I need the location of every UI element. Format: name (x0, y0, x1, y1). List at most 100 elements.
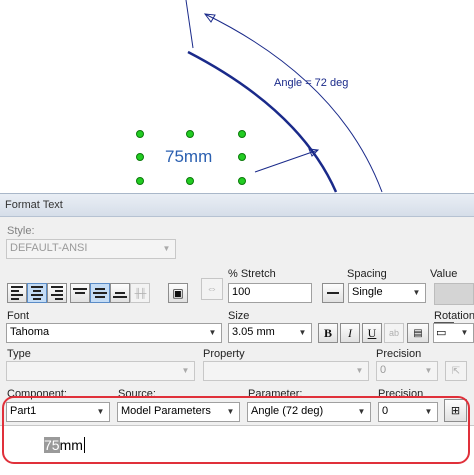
insert-parameter-icon: ⊞ (450, 405, 461, 417)
style-label: Style: (7, 225, 35, 237)
style-select-value: DEFAULT-ANSI (10, 242, 88, 254)
chevron-down-icon: ▼ (424, 407, 433, 416)
dimension-text[interactable]: 75mm (165, 147, 212, 167)
format-text-dialog: Format Text Style: DEFAULT-ANSI ▼ % Stre… (0, 193, 474, 475)
precision-top-label: Precision (376, 348, 422, 360)
spacing-value-input[interactable] (434, 283, 474, 305)
size-select-value: 3.05 mm (232, 326, 275, 338)
style-select[interactable]: DEFAULT-ANSI ▼ (6, 239, 176, 259)
text-cursor (83, 437, 85, 453)
text-edit-area[interactable]: 75mm (0, 425, 474, 475)
align-right-icon (51, 286, 63, 300)
precision-label: Precision (378, 388, 424, 400)
rotation-icon: ▭ (436, 327, 447, 339)
extension-line-top (185, 0, 194, 49)
source-select-value: Model Parameters (121, 405, 211, 417)
precision-top-select[interactable]: 0 ▼ (376, 361, 438, 381)
selection-handle[interactable] (186, 177, 194, 185)
chevron-down-icon: ▼ (424, 366, 433, 375)
add-parameter-button[interactable]: ⊞ (444, 399, 467, 422)
angle-dimension-label: Angle = 72 deg (274, 77, 349, 89)
selection-handle[interactable] (238, 130, 246, 138)
chevron-down-icon: ▼ (357, 407, 366, 416)
underline-button[interactable]: U (362, 323, 382, 343)
selection-handle[interactable] (136, 177, 144, 185)
chevron-down-icon: ▼ (162, 244, 171, 253)
selection-handle[interactable] (238, 177, 246, 185)
strikethrough-icon: ab (388, 328, 399, 338)
selection-handle[interactable] (186, 130, 194, 138)
selection-handle[interactable] (238, 153, 246, 161)
source-label: Source: (118, 388, 156, 400)
text-frame-button[interactable]: ▣ (168, 283, 188, 303)
chevron-down-icon: ▼ (460, 328, 469, 337)
line-spacing-icon (327, 292, 339, 294)
color-picker-icon: ▤ (413, 327, 423, 339)
dialog-titlebar[interactable]: Format Text (0, 194, 474, 217)
italic-button[interactable]: I (340, 323, 360, 343)
chevron-down-icon: ▼ (96, 407, 105, 416)
parameter-select[interactable]: Angle (72 deg) ▼ (247, 402, 371, 422)
selection-handle[interactable] (136, 153, 144, 161)
property-select[interactable]: ▼ (203, 361, 369, 381)
property-label: Property (203, 348, 245, 360)
chevron-down-icon: ▼ (355, 366, 364, 375)
align-center-icon (31, 286, 43, 300)
rotation-select[interactable]: ▭ ▼ (433, 323, 474, 343)
align-right-button[interactable] (47, 283, 67, 303)
align-left-button[interactable] (7, 283, 27, 303)
bold-button[interactable]: B (318, 323, 338, 343)
align-left-icon (11, 286, 23, 300)
leader-line (254, 149, 319, 173)
line-spacing-button[interactable] (322, 283, 344, 303)
add-property-button[interactable]: ⇱ (445, 361, 467, 381)
precision-select[interactable]: 0 ▼ (378, 402, 438, 422)
source-select[interactable]: Model Parameters ▼ (117, 402, 240, 422)
selection-handle[interactable] (136, 130, 144, 138)
part-edge-arc (187, 50, 338, 193)
chevron-down-icon: ▼ (181, 366, 190, 375)
precision-select-value: 0 (382, 405, 389, 417)
dimension-arc (204, 13, 383, 193)
component-select[interactable]: Part1 ▼ (6, 402, 110, 422)
color-button[interactable]: ▤ (407, 323, 429, 343)
align-bottom-icon (113, 288, 127, 298)
dialog-title: Format Text (5, 199, 63, 211)
size-label: Size (228, 310, 250, 322)
type-label: Type (7, 348, 31, 360)
insert-text-icon: ⇱ (451, 365, 461, 377)
value-label: Value (430, 268, 458, 280)
spacing-label: Spacing (347, 268, 387, 280)
align-bottom-button[interactable] (110, 283, 130, 303)
chevron-down-icon: ▼ (208, 328, 217, 337)
spacing-select-value: Single (352, 286, 383, 298)
type-select[interactable]: ▼ (6, 361, 195, 381)
stretch-button[interactable]: ⇔ (201, 278, 223, 300)
stretch-icon: ⇔ (206, 283, 218, 295)
strikethrough-button[interactable]: ab (384, 323, 404, 343)
parameter-label: Parameter: (248, 388, 303, 400)
unselected-text: mm (59, 437, 83, 453)
chevron-down-icon: ▼ (226, 407, 235, 416)
font-select[interactable]: Tahoma ▼ (6, 323, 222, 343)
component-select-value: Part1 (10, 405, 37, 417)
align-baseline-button[interactable]: ╫╫ (130, 283, 150, 303)
font-label: Font (7, 310, 30, 322)
font-select-value: Tahoma (10, 326, 50, 338)
dimension-geometry (185, 0, 383, 193)
drawing-canvas[interactable]: Angle = 72 deg 75mm (0, 0, 474, 200)
edit-text[interactable]: 75mm (44, 437, 85, 453)
align-middle-button[interactable] (90, 283, 110, 303)
size-select[interactable]: 3.05 mm ▼ (228, 323, 312, 343)
precision-top-value: 0 (380, 364, 387, 376)
parameter-select-value: Angle (72 deg) (251, 405, 324, 417)
spacing-select[interactable]: Single ▼ (348, 283, 426, 303)
baseline-icon: ╫╫ (134, 288, 147, 298)
chevron-down-icon: ▼ (298, 328, 307, 337)
stretch-input[interactable]: 100 (228, 283, 312, 303)
component-label: Component: (7, 388, 67, 400)
selected-text: 75 (44, 437, 60, 453)
chevron-down-icon: ▼ (412, 288, 421, 297)
align-center-button[interactable] (27, 283, 47, 303)
align-top-button[interactable] (70, 283, 90, 303)
